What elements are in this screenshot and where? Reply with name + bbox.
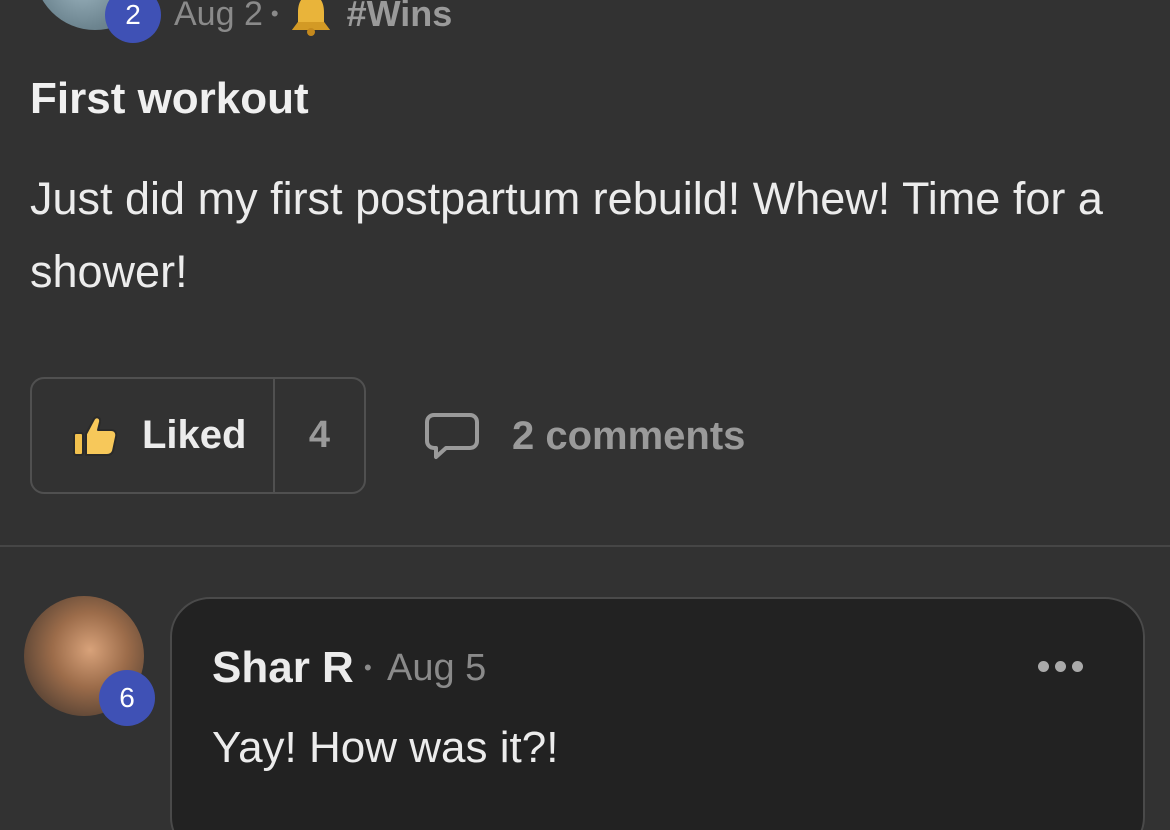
more-options-icon[interactable]	[1038, 661, 1083, 672]
comment-author-name[interactable]: Shar R	[212, 643, 354, 693]
more-dot	[1038, 661, 1049, 672]
post-detail-page: 2 Aug 2 • #Wins First workout Just did m…	[0, 0, 1170, 830]
post-title: First workout	[30, 74, 309, 123]
comment-bubble-icon	[425, 413, 479, 459]
section-divider	[0, 545, 1170, 547]
post-author-level-badge: 2	[105, 0, 161, 43]
comment-author-level-badge: 6	[99, 670, 155, 726]
like-control: Liked 4	[30, 377, 366, 494]
post-meta: Aug 2 • #Wins	[174, 0, 452, 40]
post-date: Aug 2	[174, 0, 263, 33]
post-category-link[interactable]: #Wins	[347, 0, 453, 35]
post-author-level: 2	[125, 0, 141, 30]
comments-button[interactable]: 2 comments	[424, 408, 745, 464]
comment-text: Yay! How was it?!	[212, 723, 559, 772]
thumbs-up-icon	[73, 415, 118, 456]
more-dot	[1055, 661, 1066, 672]
comments-count-label: 2 comments	[512, 413, 746, 458]
comment-card: Shar R • Aug 5 Yay! How was it?!	[170, 597, 1145, 830]
more-dot	[1072, 661, 1083, 672]
meta-separator: •	[270, 1, 279, 26]
bell-icon	[291, 0, 330, 36]
post-body: Just did my first postpartum rebuild! Wh…	[30, 173, 1103, 297]
comment-meta-separator: •	[364, 655, 372, 680]
like-button[interactable]: Liked	[32, 379, 275, 492]
comment-author-level: 6	[119, 682, 135, 713]
like-label: Liked	[142, 413, 247, 457]
like-count[interactable]: 4	[275, 379, 364, 492]
comment-date: Aug 5	[387, 647, 487, 689]
